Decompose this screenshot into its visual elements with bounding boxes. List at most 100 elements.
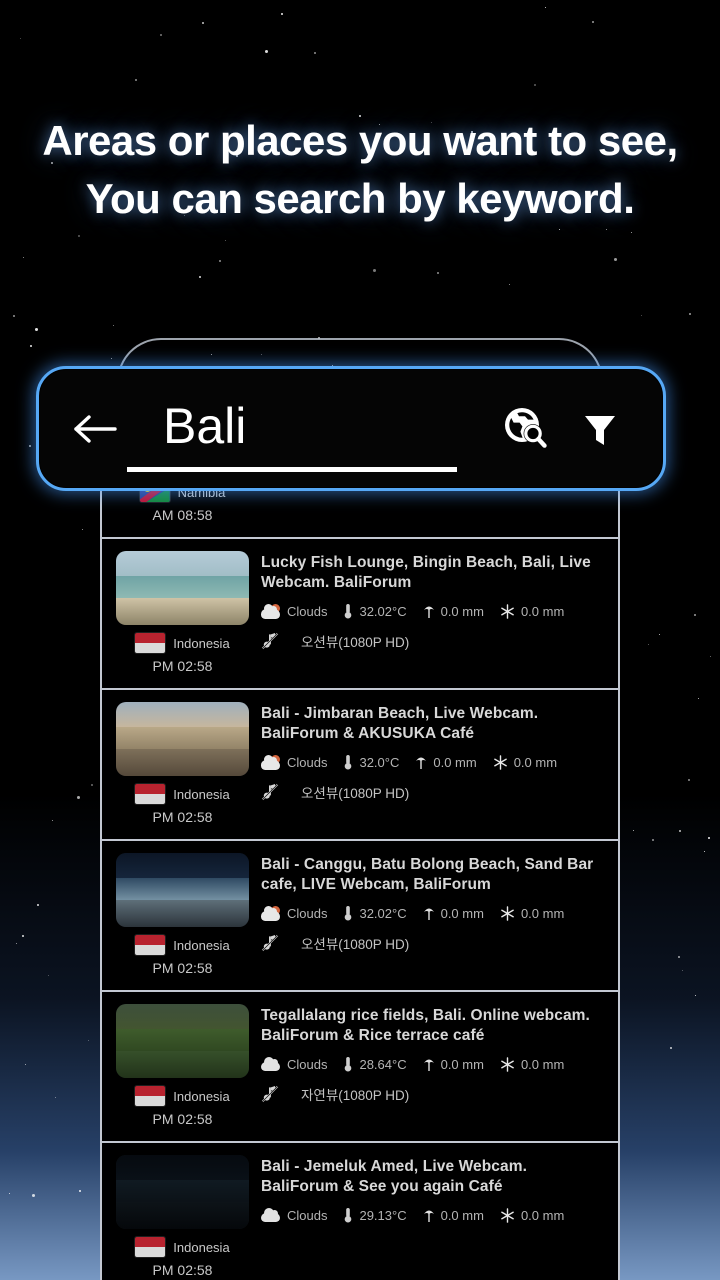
thermometer-icon [345,755,352,770]
star [436,271,439,274]
star [633,830,635,832]
view-type-label: 오션뷰(1080P HD) [301,635,410,650]
umbrella-icon [423,606,434,618]
country-name: Indonesia [173,937,230,953]
star [219,259,222,262]
flag-icon-indonesia [135,1086,166,1106]
cloud-icon [261,1057,281,1071]
search-input-value[interactable]: Bali [135,401,489,451]
search-results-list[interactable]: Namibia AM 08:58 Clear 27.72°C 0.0 mm [100,430,620,1280]
star [82,529,84,530]
music-note-muted-icon [261,934,279,952]
thumbnail-column: BaliForum Indonesia PM 02:58 [116,853,249,976]
thumbnail-column: BaliForum Indonesia PM 02:58 [116,1004,249,1127]
weather-condition: Clouds [261,1057,327,1072]
music-note-muted-icon [261,1085,279,1103]
temperature: 32.02°C [343,603,407,619]
weather-condition-label: Clouds [287,1056,328,1072]
flag-icon-indonesia [135,1237,166,1257]
snowfall-label: 0.0 mm [520,1056,565,1072]
info-column: Bali - Jimbaran Beach, Live Webcam. Bali… [261,702,604,825]
snowfall-label: 0.0 mm [520,603,565,619]
snowflake-icon [501,905,514,921]
star [670,1047,672,1050]
weather-row: Clouds 32.02°C 0.0 mm 0.0 mm [261,905,604,921]
rainfall: 0.0 mm [415,754,477,770]
back-button[interactable] [65,412,127,446]
flag-icon-indonesia [135,633,166,653]
music-note-muted-icon [261,783,279,801]
rainfall: 0.0 mm [423,1207,484,1223]
star [314,52,317,55]
star [509,283,511,285]
star [76,795,80,799]
star [87,1039,89,1041]
umbrella-icon [423,908,434,920]
info-column: Bali - Canggu, Batu Bolong Beach, Sand B… [261,853,604,976]
star [20,38,22,40]
rainfall-label: 0.0 mm [440,603,484,619]
star [199,276,202,279]
globe-search-button[interactable] [489,404,563,454]
local-time: PM 02:58 [152,1111,213,1127]
webcam-title: Bali - Jimbaran Beach, Live Webcam. Bali… [261,705,539,742]
table-row[interactable]: BaliForum Indonesia PM 02:58 Bali - Cang… [102,841,618,992]
star [605,229,607,231]
star [688,313,691,316]
back-arrow-icon [74,414,117,443]
rainfall-label: 0.0 mm [440,1207,484,1223]
thermometer-icon [345,604,352,619]
flag-icon-indonesia [135,784,166,804]
weather-row: Clouds 32.02°C 0.0 mm 0.0 mm [261,603,604,619]
table-row[interactable]: 11.03.2024 Bali - Amed BaliForum.tv Indo… [102,1143,618,1280]
weather-condition: Clouds [261,603,327,619]
snowfall-label: 0.0 mm [513,754,558,770]
star [265,50,269,54]
search-input-underline [127,467,457,472]
webcam-thumbnail[interactable]: BaliForum [116,1004,249,1078]
table-row[interactable]: LIVE Indonesia PM 02:58 Bali - Jimbaran … [102,690,618,841]
star [693,613,696,616]
temperature: 32.02°C [343,905,407,921]
star [709,655,711,657]
star [32,1193,36,1197]
snowfall-label: 0.0 mm [520,905,565,921]
table-row[interactable]: Indonesia PM 02:58 Lucky Fish Lounge, Bi… [102,539,618,690]
rainfall: 0.0 mm [423,603,484,619]
star [52,819,54,821]
filter-button[interactable] [563,407,637,451]
webcam-title: Lucky Fish Lounge, Bingin Beach, Bali, L… [261,554,591,591]
info-column: Bali - Jemeluk Amed, Live Webcam. BaliFo… [261,1155,604,1278]
country-line: Indonesia [116,1086,249,1106]
cloud-icon [261,1208,281,1222]
music-note-muted-icon [261,632,279,650]
rainfall-label: 0.0 mm [440,1056,484,1072]
webcam-thumbnail[interactable]: BaliForum [116,853,249,927]
star [592,21,595,24]
temperature-label: 32.02°C [359,905,407,921]
webcam-thumbnail[interactable]: LIVE [116,702,249,776]
table-row[interactable]: BaliForum Indonesia PM 02:58 Tegallalang… [102,992,618,1143]
weather-condition-label: Clouds [287,754,328,770]
star [90,783,93,786]
country-line: Indonesia [116,1237,249,1257]
country-line: Indonesia [116,935,249,955]
rainfall-label: 0.0 mm [440,905,484,921]
search-input[interactable]: Bali [127,369,489,488]
snowfall-label: 0.0 mm [520,1207,565,1223]
star [79,1189,81,1192]
local-time: PM 02:58 [152,1262,213,1278]
temperature: 28.64°C [343,1056,407,1072]
star [652,838,655,841]
flag-icon-indonesia [135,935,166,955]
snowflake-icon [501,1056,514,1072]
webcam-thumbnail[interactable]: 11.03.2024 Bali - Amed BaliForum.tv [116,1155,249,1229]
star [281,12,284,15]
webcam-thumbnail[interactable] [116,551,249,625]
view-row: 자연뷰(1080P HD) [261,1084,604,1104]
star [677,955,680,958]
weather-row: Clouds 28.64°C 0.0 mm 0.0 mm [261,1056,604,1072]
local-time: AM 08:58 [152,507,213,523]
search-bar[interactable]: Bali [36,366,666,491]
star [22,934,25,937]
